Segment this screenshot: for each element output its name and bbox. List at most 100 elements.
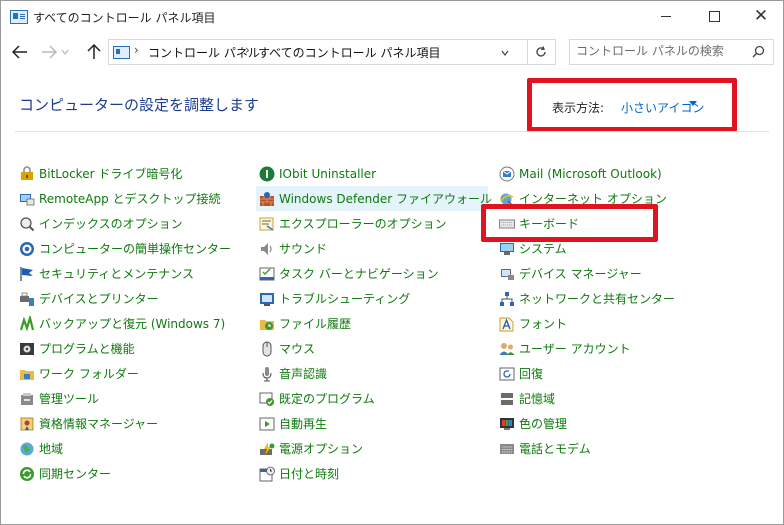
minimize-icon: [661, 15, 671, 17]
item-autoplay[interactable]: 自動再生: [259, 411, 488, 436]
recent-locations-icon[interactable]: [61, 43, 69, 61]
item-phone-modem[interactable]: 電話とモデム: [499, 436, 675, 461]
system-icon: [500, 242, 514, 255]
item-label: Windows Defender ファイアウォール: [279, 192, 492, 206]
red-highlight-box: [481, 204, 658, 242]
item-label: 色の管理: [519, 417, 568, 431]
item-label: 電源オプション: [279, 442, 364, 456]
chevron-right-icon[interactable]: ›: [245, 43, 250, 57]
item-label: RemoteApp とデスクトップ接続: [39, 192, 221, 206]
item-security-maintenance[interactable]: セキュリティとメンテナンス: [19, 261, 231, 286]
address-dropdown-icon[interactable]: [501, 49, 509, 58]
taskbar-icon: [259, 267, 275, 280]
item-mail[interactable]: Mail (Microsoft Outlook): [499, 161, 675, 186]
search-input[interactable]: [576, 43, 736, 59]
red-highlight-box: [527, 78, 737, 132]
item-label: タスク バーとナビゲーション: [279, 267, 439, 281]
close-button[interactable]: ✕: [738, 1, 784, 31]
folder-options-icon: [259, 217, 274, 231]
programs-icon: [20, 342, 34, 355]
item-sync-center[interactable]: 同期センター: [19, 461, 231, 486]
troubleshoot-icon: [260, 292, 274, 306]
forward-arrow-icon[interactable]: [41, 43, 57, 61]
item-programs-features[interactable]: プログラムと機能: [19, 336, 231, 361]
item-ease-of-access[interactable]: コンピューターの簡単操作センター: [19, 236, 231, 261]
item-network-sharing[interactable]: ネットワークと共有センター: [499, 286, 675, 311]
item-work-folders[interactable]: ワーク フォルダー: [19, 361, 231, 386]
indexing-icon: [20, 216, 35, 231]
item-label: フォント: [519, 317, 568, 331]
item-user-accounts[interactable]: ユーザー アカウント: [499, 336, 675, 361]
breadcrumb-all-items[interactable]: すべてのコントロール パネル項目: [258, 44, 441, 61]
item-label: IObit Uninstaller: [279, 166, 377, 181]
maximize-button[interactable]: [691, 1, 737, 31]
item-label: サウンド: [279, 242, 328, 256]
item-credential-manager[interactable]: 資格情報マネージャー: [19, 411, 231, 436]
item-default-programs[interactable]: 既定のプログラム: [259, 386, 488, 411]
mail-icon: [499, 166, 515, 181]
item-label: インデックスのオプション: [39, 217, 183, 231]
window-title: すべてのコントロール パネル項目: [33, 11, 216, 25]
item-mouse[interactable]: マウス: [259, 336, 488, 361]
items-column-2: IObit Uninstaller Windows Defender ファイアウ…: [256, 161, 492, 486]
item-label: システム: [519, 242, 567, 256]
item-admin-tools[interactable]: 管理ツール: [19, 386, 231, 411]
item-label: 回復: [519, 367, 544, 381]
iobit-icon: [259, 166, 275, 181]
user-accounts-icon: [499, 342, 515, 355]
item-bitlocker[interactable]: BitLocker ドライブ暗号化: [19, 161, 231, 186]
recovery-icon: [499, 367, 515, 380]
item-label: 音声認識: [279, 367, 328, 381]
item-backup-restore[interactable]: バックアップと復元 (Windows 7): [19, 311, 231, 336]
item-label: 同期センター: [39, 467, 112, 481]
item-color-management[interactable]: 色の管理: [499, 411, 675, 436]
speaker-icon: [261, 242, 272, 255]
item-windows-defender-firewall[interactable]: Windows Defender ファイアウォール: [256, 186, 492, 211]
breadcrumb-control-panel[interactable]: コントロール パネル: [148, 44, 260, 61]
item-remoteapp[interactable]: RemoteApp とデスクトップ接続: [19, 186, 231, 211]
ease-of-access-icon: [20, 241, 34, 256]
back-arrow-icon[interactable]: [12, 43, 28, 61]
item-date-time[interactable]: 日付と時刻: [259, 461, 488, 486]
item-storage-spaces[interactable]: 記憶域: [499, 386, 675, 411]
up-arrow-icon[interactable]: [87, 43, 101, 61]
item-device-manager[interactable]: デバイス マネージャー: [499, 261, 675, 286]
item-iobit-uninstaller[interactable]: IObit Uninstaller: [259, 161, 488, 186]
control-panel-icon: [10, 10, 28, 24]
item-speech-recognition[interactable]: 音声認識: [259, 361, 488, 386]
power-icon: [260, 441, 275, 455]
microphone-icon: [262, 366, 272, 382]
item-file-history[interactable]: ファイル履歴: [259, 311, 488, 336]
item-indexing[interactable]: インデックスのオプション: [19, 211, 231, 236]
search-icon[interactable]: [752, 45, 765, 58]
page-title: コンピューターの設定を調整します: [19, 96, 260, 114]
item-label: ユーザー アカウント: [519, 342, 631, 356]
item-label: エクスプローラーのオプション: [279, 217, 447, 231]
item-region[interactable]: 地域: [19, 436, 231, 461]
item-explorer-options[interactable]: エクスプローラーのオプション: [259, 211, 488, 236]
refresh-button[interactable]: [527, 39, 556, 65]
default-programs-icon: [259, 392, 274, 406]
item-troubleshooting[interactable]: トラブルシューティング: [259, 286, 488, 311]
network-icon: [500, 291, 514, 306]
item-label: マウス: [279, 342, 316, 356]
minimize-button[interactable]: [643, 1, 689, 31]
work-folders-icon: [20, 369, 34, 380]
item-label: コンピューターの簡単操作センター: [39, 242, 232, 256]
item-label: デバイス マネージャー: [519, 267, 642, 281]
backup-icon: [19, 315, 35, 331]
chevron-right-icon[interactable]: ›: [134, 43, 139, 57]
item-label: 地域: [39, 442, 64, 456]
address-bar[interactable]: › コントロール パネル › すべてのコントロール パネル項目: [108, 39, 528, 65]
item-label: 管理ツール: [39, 392, 100, 406]
item-taskbar-navigation[interactable]: タスク バーとナビゲーション: [259, 261, 488, 286]
item-power-options[interactable]: 電源オプション: [259, 436, 488, 461]
item-devices-printers[interactable]: デバイスとプリンター: [19, 286, 231, 311]
item-sound[interactable]: サウンド: [259, 236, 488, 261]
item-recovery[interactable]: 回復: [499, 361, 675, 386]
item-fonts[interactable]: フォント: [499, 311, 675, 336]
title-bar[interactable]: すべてのコントロール パネル項目 ✕: [1, 1, 783, 33]
control-panel-icon: [113, 46, 130, 59]
item-label: プログラムと機能: [39, 342, 135, 356]
search-box[interactable]: [569, 39, 774, 65]
